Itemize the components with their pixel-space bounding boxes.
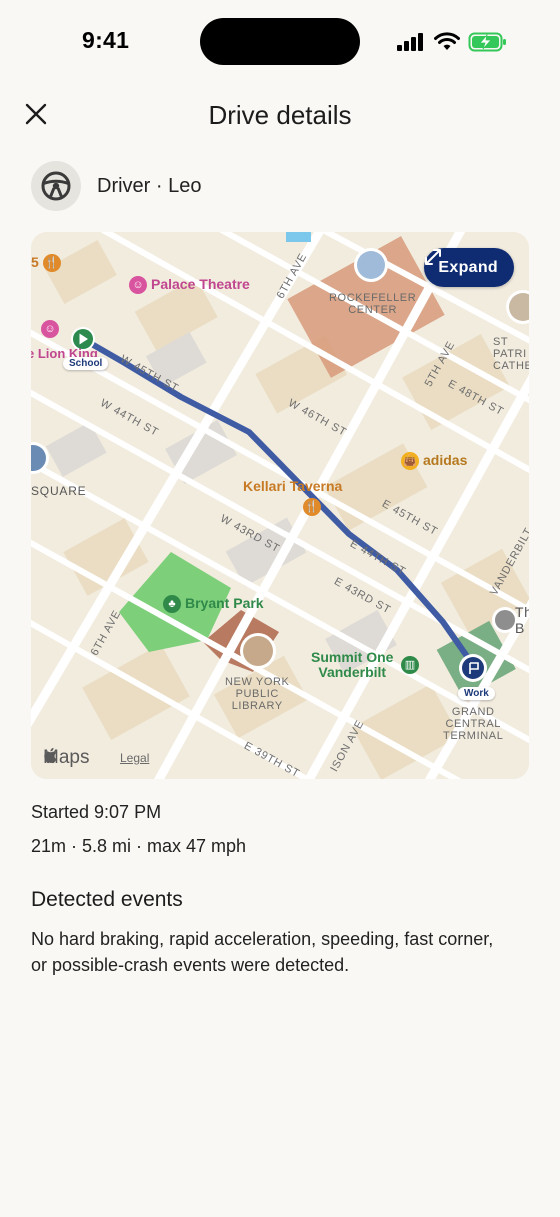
page-title: Drive details	[208, 100, 352, 130]
shopping-bag-icon: 👜	[401, 452, 419, 471]
landmark-label: CATHE	[493, 360, 529, 372]
wifi-icon	[434, 32, 460, 50]
landmark-label: B	[515, 620, 525, 636]
landmark-label: Th	[515, 604, 529, 620]
detected-events-heading: Detected events	[31, 888, 183, 911]
landmark-right-edge: Th B	[515, 604, 529, 636]
landmark-label: LIBRARY	[231, 700, 283, 712]
landmark-label: CENTER	[348, 304, 398, 316]
steering-wheel-icon	[41, 171, 71, 201]
poi-label: Summit One	[311, 649, 394, 665]
detected-events-body: No hard braking, rapid acceleration, spe…	[31, 929, 494, 975]
dynamic-island	[200, 18, 360, 65]
expand-map-button[interactable]: Expand	[424, 248, 514, 287]
landmark-new-york-public-library[interactable]: NEW YORK PUBLIC LIBRARY	[225, 676, 290, 712]
area-label-square: SQUARE	[31, 484, 87, 498]
trip-map[interactable]: W 45TH ST W 44TH ST W 46TH ST E 48TH ST …	[31, 232, 529, 779]
status-bar: 9:41	[0, 0, 560, 84]
restaurant-icon: 🍴	[302, 498, 321, 516]
poi-label: Kellari Taverna	[243, 478, 343, 494]
poi-label: Bryant Park	[185, 595, 264, 611]
driver-label: Driver · Leo	[97, 174, 202, 197]
tree-icon: ♣	[163, 595, 181, 614]
maps-logo: Maps	[43, 747, 89, 769]
poi-lion-king[interactable]: ☺ e Lion King	[31, 320, 98, 361]
legal-link[interactable]: Legal	[120, 751, 149, 765]
status-time: 9:41	[82, 27, 130, 53]
poi-palace-theatre[interactable]: ☺ Palace Theatre	[129, 276, 250, 295]
theater-icon: ☺	[129, 276, 147, 295]
theater-icon: ☺	[41, 320, 59, 338]
status-icons	[396, 30, 508, 54]
end-pin-label: Work	[458, 687, 495, 700]
poi-label: Vanderbilt	[318, 664, 387, 680]
landmark-label: PUBLIC	[235, 688, 279, 700]
trip-start-time: Started 9:07 PM	[31, 802, 162, 822]
poi-left-edge-number[interactable]: 5 🍴	[31, 254, 65, 273]
building-icon: ▥	[401, 656, 419, 674]
poi-summit-one[interactable]: Summit One Vanderbilt ▥	[311, 649, 419, 680]
landmark-label: CENTRAL	[445, 718, 501, 730]
landmark-label: NEW YORK	[225, 676, 290, 688]
landmark-st-patricks-cathedral[interactable]: ST PATRI CATHE	[493, 336, 529, 372]
poi-label: 5	[31, 254, 39, 270]
landmark-label: ST	[493, 336, 509, 348]
battery-charging-icon	[468, 32, 506, 52]
poi-label: adidas	[423, 452, 468, 468]
expand-label: Expand	[438, 258, 498, 276]
cellular-signal-icon	[397, 33, 423, 51]
driver-row: Driver · Leo	[31, 161, 201, 211]
landmark-rockefeller-center[interactable]: ROCKEFELLER CENTER	[329, 292, 416, 316]
expand-arrows-icon	[425, 249, 442, 265]
landmark-label: PATRI	[493, 348, 527, 360]
poi-bryant-park[interactable]: ♣ Bryant Park	[163, 595, 264, 614]
landmark-label: ROCKEFELLER	[329, 292, 417, 304]
start-pin-label: School	[63, 357, 109, 370]
poi-label: Palace Theatre	[151, 276, 250, 292]
trip-stats: 21m · 5.8 mi · max 47 mph	[31, 836, 247, 856]
landmark-label: GRAND	[451, 706, 495, 718]
restaurant-icon: 🍴	[42, 254, 61, 273]
driver-avatar	[31, 161, 81, 211]
apple-logo-icon	[44, 747, 57, 764]
poi-adidas[interactable]: 👜 adidas	[401, 452, 468, 471]
landmark-label: TERMINAL	[443, 730, 504, 742]
poi-kellari-taverna[interactable]: Kellari Taverna 🍴	[243, 478, 342, 516]
landmark-grand-central-terminal[interactable]: GRAND CENTRAL TERMINAL	[443, 706, 503, 742]
